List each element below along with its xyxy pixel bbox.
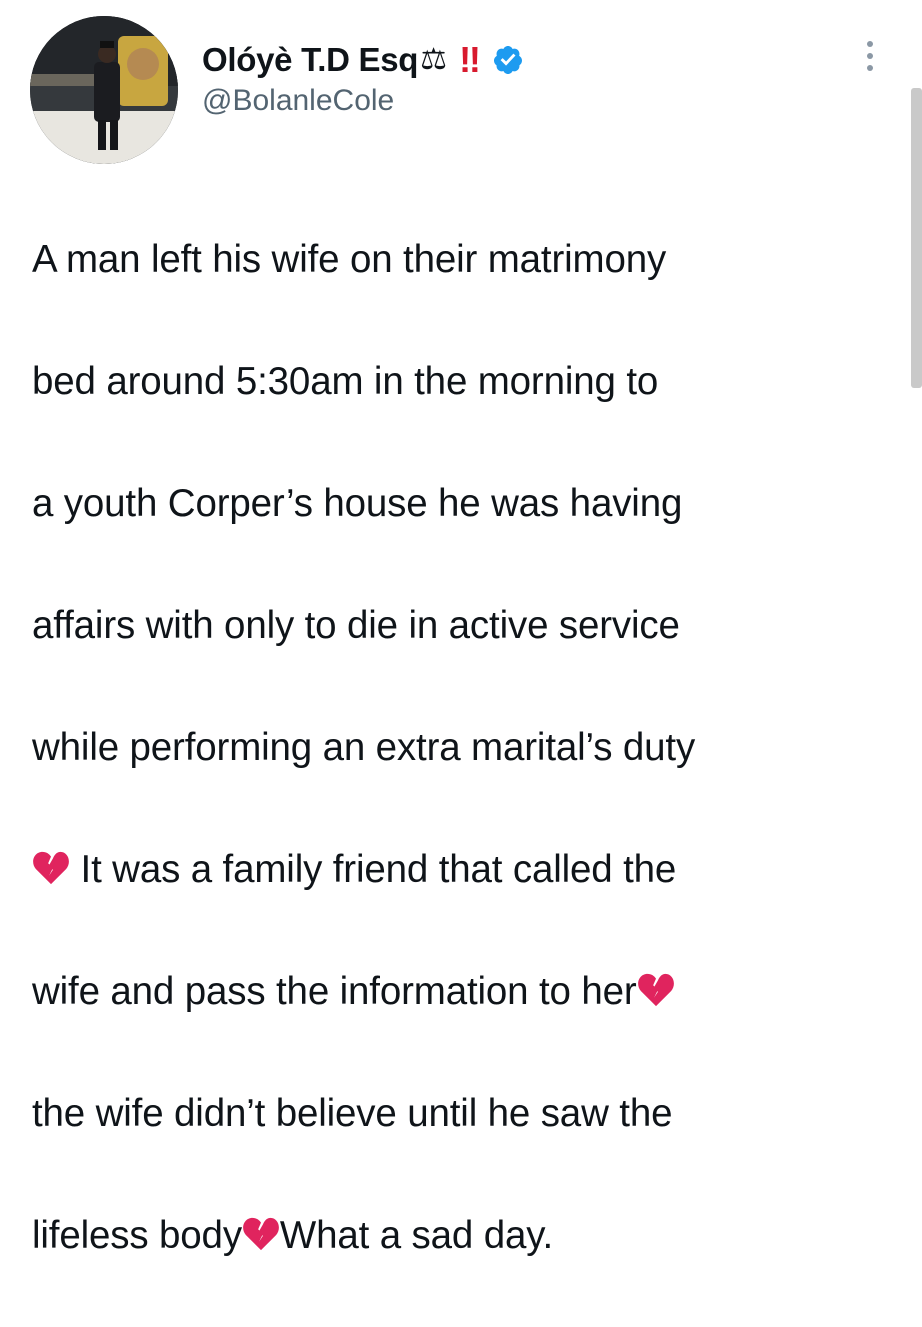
tweet-text-line-with-emoji: wife and pass the information to her <box>32 961 902 1022</box>
tweet-text-line: A man left his wife on their matrimony <box>32 238 667 281</box>
tweet-text-line: while performing an extra marital’s duty <box>32 726 696 769</box>
tweet-text-line: bed around 5:30am in the morning to <box>32 360 659 403</box>
author-name-row: Olóyè T.D Esq ⚖ ‼ <box>202 38 524 82</box>
broken-heart-icon <box>243 1217 279 1251</box>
tweet-text-line-with-emoji: lifeless body What a sad day. <box>32 1205 902 1266</box>
display-name[interactable]: Olóyè T.D Esq <box>202 41 418 79</box>
tweet-text-line: affairs with only to die in active servi… <box>32 604 680 647</box>
tweet-text-segment: What a sad day. <box>279 1214 554 1257</box>
author-handle[interactable]: @BolanleCole <box>202 84 524 118</box>
avatar-photo <box>30 16 178 164</box>
tweet-text-line-with-emoji: It was a family friend that called the <box>32 839 902 900</box>
scrollbar-thumb[interactable] <box>911 88 922 388</box>
tweet-text-line: the wife didn’t believe until he saw the <box>32 1092 673 1135</box>
tweet-text: A man left his wife on their matrimony b… <box>32 168 902 1327</box>
tweet-card: Olóyè T.D Esq ⚖ ‼ @BolanleCole A man lef… <box>0 0 922 1257</box>
more-options-icon[interactable] <box>862 36 878 76</box>
tweet-text-segment: It was a family friend that called the <box>70 848 677 891</box>
tweet-text-segment: wife and pass the information to her <box>32 970 637 1013</box>
broken-heart-icon <box>637 973 674 1007</box>
tweet-text-line: a youth Corper’s house he was having <box>32 482 683 525</box>
tweet-text-segment: lifeless body <box>32 1214 242 1257</box>
broken-heart-icon <box>33 851 69 885</box>
avatar[interactable] <box>30 16 178 164</box>
verified-badge-icon <box>493 46 522 74</box>
author-block: Olóyè T.D Esq ⚖ ‼ @BolanleCole <box>202 38 524 118</box>
double-exclamation-icon: ‼ <box>459 39 481 80</box>
scales-icon: ⚖ <box>420 43 448 76</box>
